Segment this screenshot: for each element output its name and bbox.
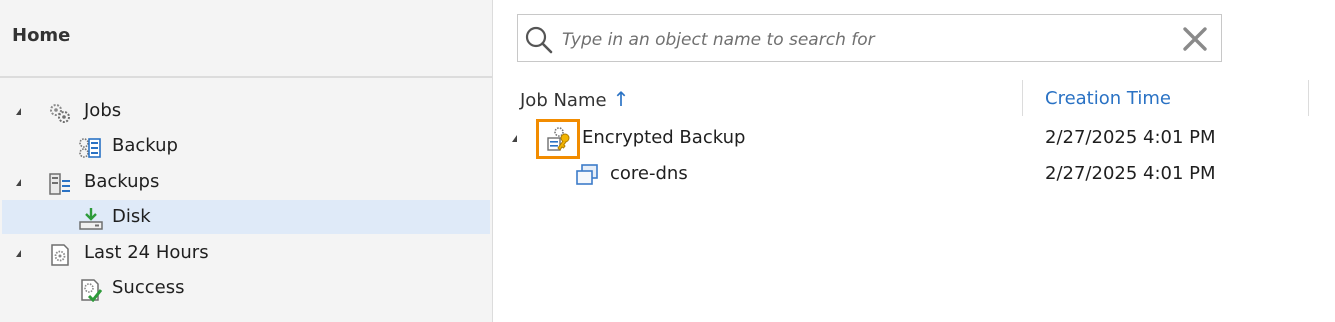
home-title: Home — [12, 25, 71, 46]
job-name: Encrypted Backup — [582, 127, 746, 148]
vm-object-icon — [574, 162, 598, 186]
search-box — [517, 14, 1222, 62]
tree-item-last-24-hours[interactable]: Last 24 Hours — [2, 236, 490, 270]
backup-job-icon — [78, 136, 101, 158]
expand-arrow-icon[interactable] — [10, 165, 26, 199]
expand-arrow-icon[interactable] — [10, 236, 26, 270]
tree-item-label: Disk — [112, 206, 151, 227]
expand-arrow-icon[interactable] — [10, 94, 26, 128]
disk-icon — [78, 207, 103, 230]
navigation-pane: Home Jobs Backup Backups Disk Last 24 Ho… — [0, 0, 493, 322]
expand-arrow-icon[interactable] — [506, 120, 522, 156]
success-icon — [78, 278, 103, 303]
search-icon — [524, 25, 554, 55]
highlight-box — [536, 119, 580, 159]
backups-icon — [48, 172, 70, 195]
sort-ascending-icon: ↑ — [612, 87, 630, 111]
tree-item-disk[interactable]: Disk — [2, 200, 490, 234]
search-input[interactable] — [560, 23, 1164, 57]
column-header-job-name[interactable]: Job Name ↑ — [520, 86, 629, 114]
tree-item-success[interactable]: Success — [2, 271, 490, 305]
column-header-label: Job Name — [520, 90, 607, 111]
tree-item-jobs[interactable]: Jobs — [2, 94, 490, 128]
creation-time: 2/27/2025 4:01 PM — [1045, 163, 1216, 184]
column-header-creation-time[interactable]: Creation Time — [1045, 86, 1171, 112]
gears-icon — [48, 101, 70, 123]
clear-search-icon[interactable] — [1181, 25, 1209, 53]
tree-item-label: Jobs — [84, 100, 122, 121]
tree-item-label: Backup — [112, 135, 178, 156]
creation-time: 2/27/2025 4:01 PM — [1045, 127, 1216, 148]
column-separator[interactable] — [1308, 80, 1309, 116]
column-separator[interactable] — [1022, 80, 1023, 116]
table-row-core-dns[interactable]: core-dns 2/27/2025 4:01 PM — [500, 156, 1330, 192]
tree-item-backups[interactable]: Backups — [2, 165, 490, 199]
table-row-encrypted-backup[interactable]: Encrypted Backup 2/27/2025 4:01 PM — [500, 119, 1330, 159]
job-name: core-dns — [610, 163, 688, 184]
tree-item-backup[interactable]: Backup — [2, 129, 490, 163]
last-24-hours-icon — [48, 243, 70, 266]
tree-item-label: Backups — [84, 171, 160, 192]
tree-item-label: Success — [112, 277, 185, 298]
divider — [0, 76, 492, 78]
tree-item-label: Last 24 Hours — [84, 242, 209, 263]
